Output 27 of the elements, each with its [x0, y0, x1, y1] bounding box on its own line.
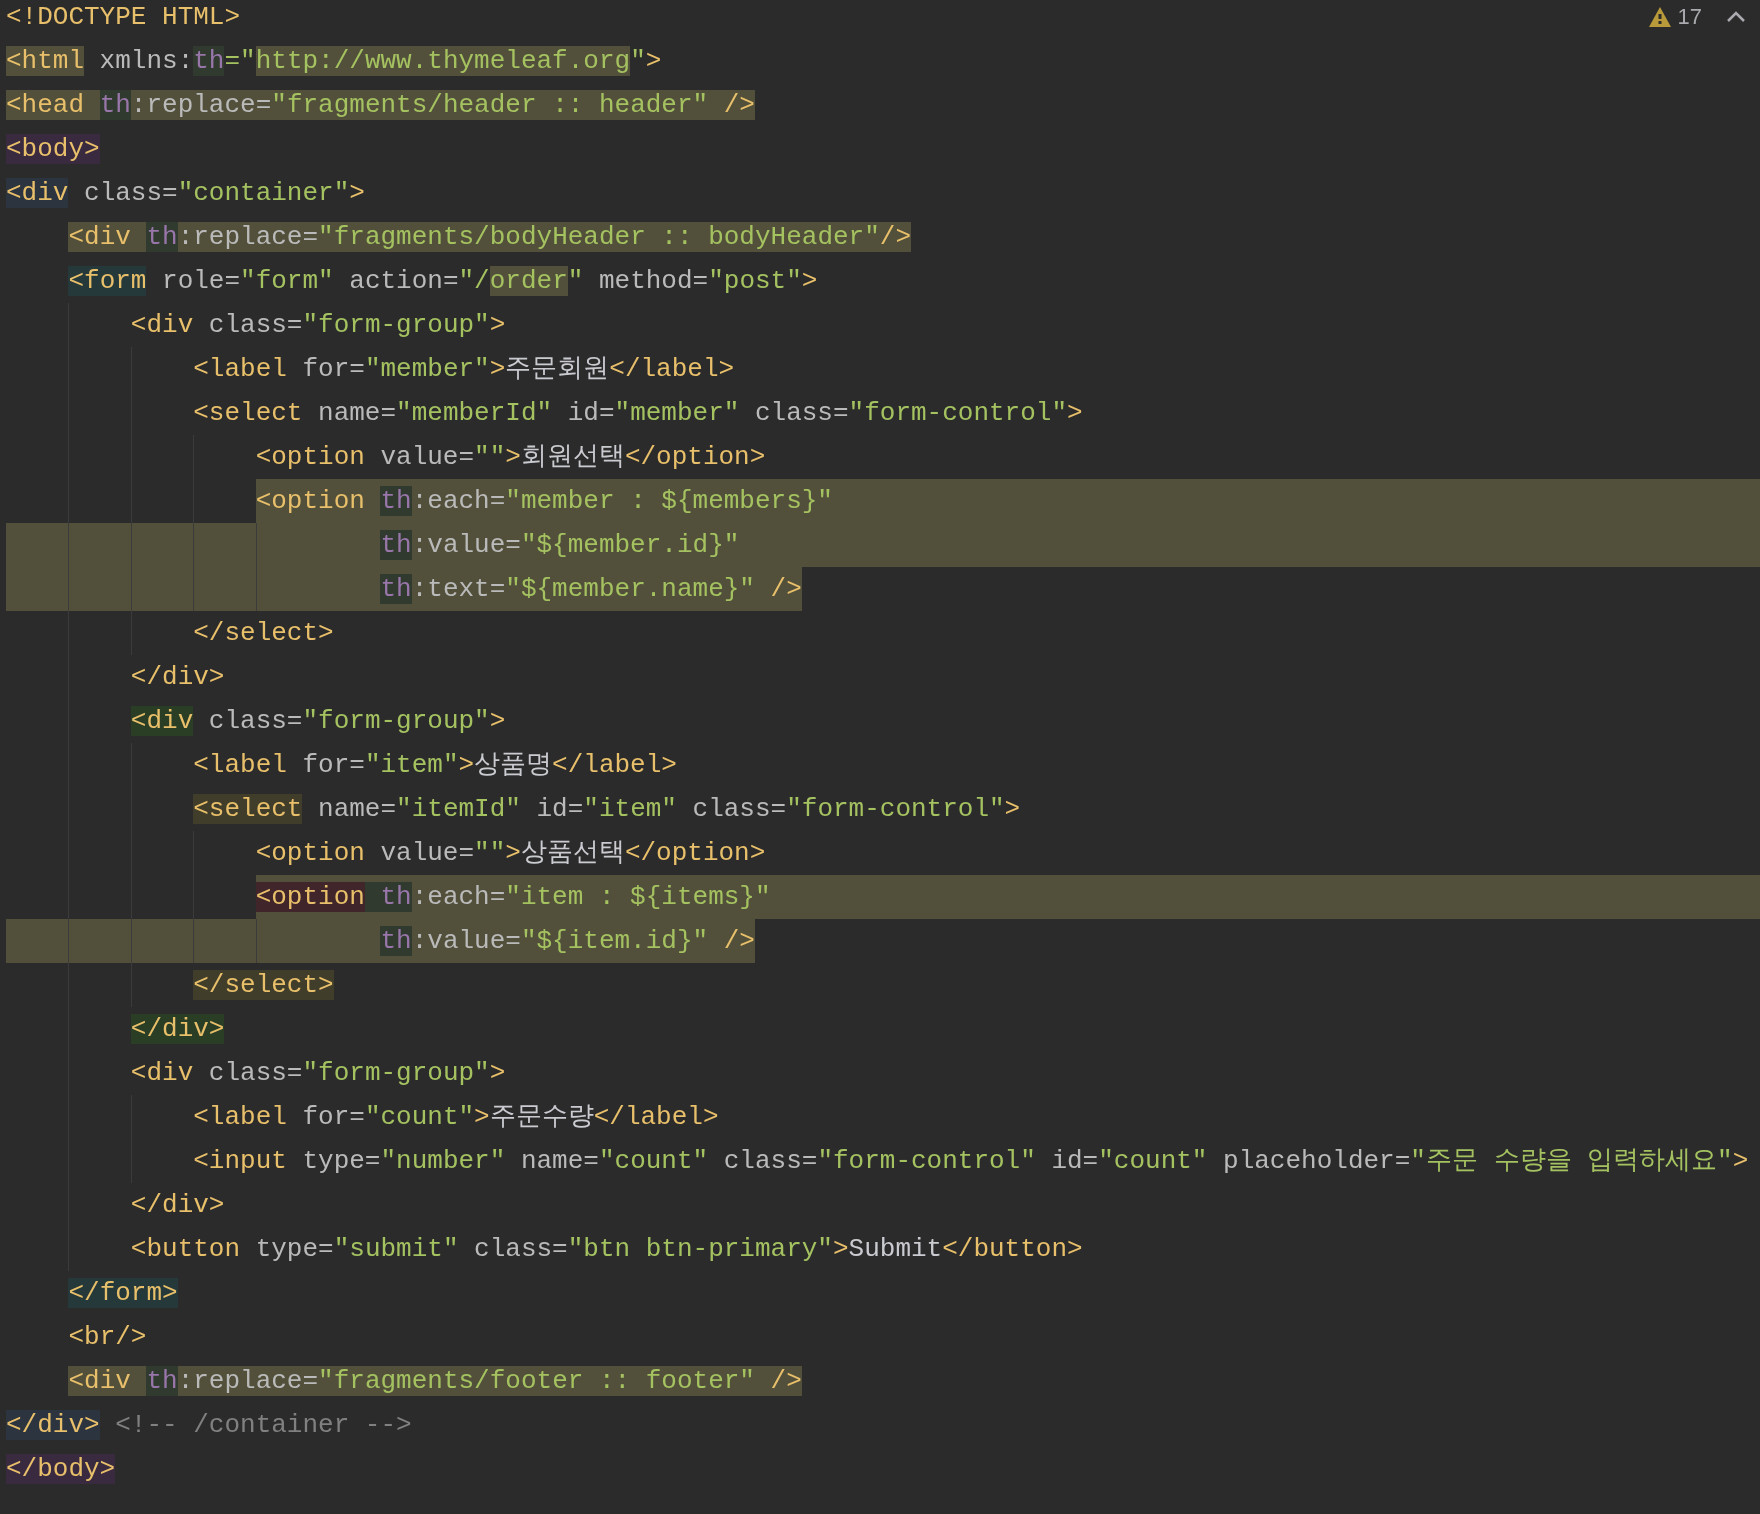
code-line: </select>	[192, 617, 334, 650]
code-line: <option value="">상품선택</option>	[254, 837, 766, 870]
code-line: <div th:replace="fragments/footer :: footer" />	[67, 1365, 802, 1398]
code-line: <head th:replace="fragments/header :: header" />	[6, 89, 755, 122]
code-line: <html xmlns:th="http://www.thymeleaf.org">	[6, 45, 662, 78]
code-line: <div th:replace="fragments/bodyHeader :: bodyHeader"/>	[67, 221, 911, 254]
code-line: <!DOCTYPE HTML>	[6, 1, 241, 34]
code-line: <option value="">회원선택</option>	[254, 441, 766, 474]
code-line: <div class="form-group">	[129, 309, 506, 342]
code-line: <button type="submit" class="btn btn-primary">Submit</button>	[129, 1233, 1083, 1266]
chevron-up-icon[interactable]	[1726, 11, 1746, 23]
warning-icon[interactable]	[1647, 6, 1672, 28]
code-line: <br/>	[67, 1321, 147, 1354]
code-line: <select name="memberId" id="member" class="form-control">	[192, 397, 1083, 430]
code-line: <input type="number" name="count" class="form-control" id="count" placeholder="주문 수량을 입력하세요">	[192, 1145, 1749, 1178]
code-line: <label for="item">상품명</label>	[192, 749, 677, 782]
code-line: <select name="itemId" id="item" class="form-control">	[192, 793, 1021, 826]
code-line: </div>	[129, 1189, 225, 1222]
code-line: <div class="form-group">	[129, 1057, 506, 1090]
code-line: <form role="form" action="/order" method="post">	[67, 265, 818, 298]
warning-count: 17	[1677, 4, 1702, 30]
code-line: <label for="member">주문회원</label>	[192, 353, 735, 386]
code-line: <label for="count">주문수량</label>	[192, 1101, 719, 1134]
code-line: </div> <!-- /container -->	[6, 1409, 412, 1442]
code-line: <div class="form-group">	[129, 705, 506, 738]
code-line: </div>	[129, 661, 225, 694]
code-line: <div class="container">	[6, 177, 365, 210]
